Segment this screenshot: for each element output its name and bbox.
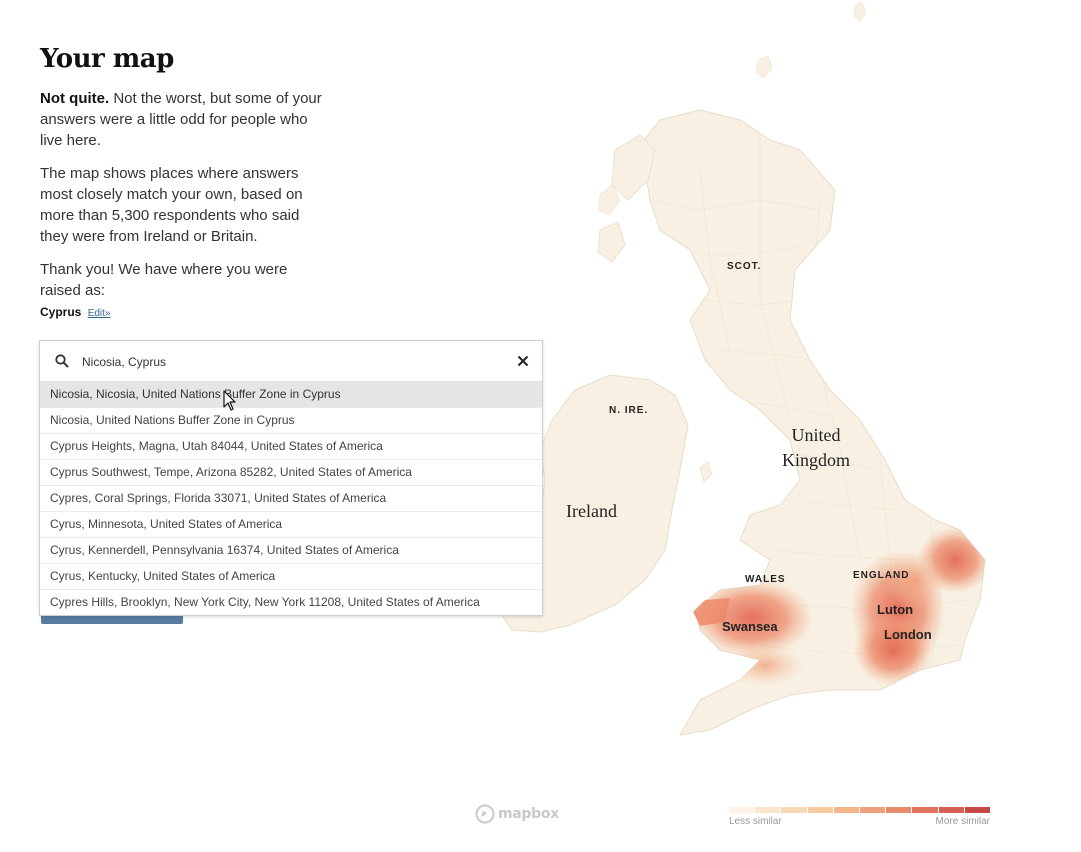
place-search[interactable]: Nicosia, Nicosia, United Nations Buffer … [39,340,543,616]
map-label-united-kingdom: United Kingdom [778,423,854,473]
map-label-london: London [884,627,932,642]
legend-swatch [886,807,912,813]
map-explanation: The map shows places where answers most … [40,165,303,245]
suggestion-item[interactable]: Nicosia, Nicosia, United Nations Buffer … [40,382,542,408]
suggestion-item[interactable]: Cyrus, Minnesota, United States of Ameri… [40,512,542,538]
raised-place-name: Cyprus [40,305,82,319]
mapbox-attribution[interactable]: mapbox [475,803,559,825]
page-title: Your map [40,44,174,74]
legend-color-scale [729,807,991,813]
legend-swatch [938,807,964,813]
map-label-swansea: Swansea [722,619,778,634]
map-label-luton: Luton [877,602,914,617]
legend-swatch [833,807,860,813]
legend-high-label: More similar [935,816,990,827]
legend-swatch [860,807,886,813]
raised-place: Cyprus Edit» [40,305,330,319]
suggestion-item[interactable]: Cyprus Southwest, Tempe, Arizona 85282, … [40,460,542,486]
legend-swatch [807,807,833,813]
map-label-united-kingdom-line1: United [791,425,841,445]
suggestion-item[interactable]: Cyprus Heights, Magna, Utah 84044, Unite… [40,434,542,460]
map-label-wales: WALES [745,574,786,585]
suggestion-list: Nicosia, Nicosia, United Nations Buffer … [40,382,542,615]
search-input[interactable] [80,349,504,375]
similarity-legend: Less similar More similar [729,807,991,827]
result-lead: Not quite. [40,90,110,107]
result-summary: Not quite. Not the worst, but some of yo… [40,88,330,151]
suggestion-item[interactable]: Cypres Hills, Brooklyn, New York City, N… [40,590,542,615]
mouse-pointer-icon [223,390,236,411]
legend-swatch [755,807,781,813]
map-label-england: ENGLAND [853,570,910,581]
mapbox-wordmark: mapbox [498,806,559,822]
results-panel: Your map Not quite. Not the worst, but s… [40,40,330,319]
legend-swatch [781,807,807,813]
legend-swatch [729,807,755,813]
close-icon[interactable] [516,354,530,368]
edit-place-link[interactable]: Edit» [88,308,111,319]
suggestion-item[interactable]: Cypres, Coral Springs, Florida 33071, Un… [40,486,542,512]
legend-swatch [964,807,991,813]
suggestion-item[interactable]: Cyrus, Kennerdell, Pennsylvania 16374, U… [40,538,542,564]
mapbox-logo-icon [475,804,495,824]
map-label-northern-ireland: N. IRE. [609,405,649,416]
suggestion-item[interactable]: Nicosia, United Nations Buffer Zone in C… [40,408,542,434]
legend-labels: Less similar More similar [729,816,990,827]
map-label-united-kingdom-line2: Kingdom [781,450,850,470]
legend-swatch [912,807,938,813]
map-label-scotland: SCOT. [727,261,762,272]
thanks-text: Thank you! We have where you were raised… [40,261,288,299]
suggestion-item[interactable]: Cyrus, Kentucky, United States of Americ… [40,564,542,590]
legend-low-label: Less similar [729,816,782,827]
search-icon [55,354,69,368]
search-bar[interactable] [40,341,542,382]
map-label-ireland: Ireland [566,501,617,521]
